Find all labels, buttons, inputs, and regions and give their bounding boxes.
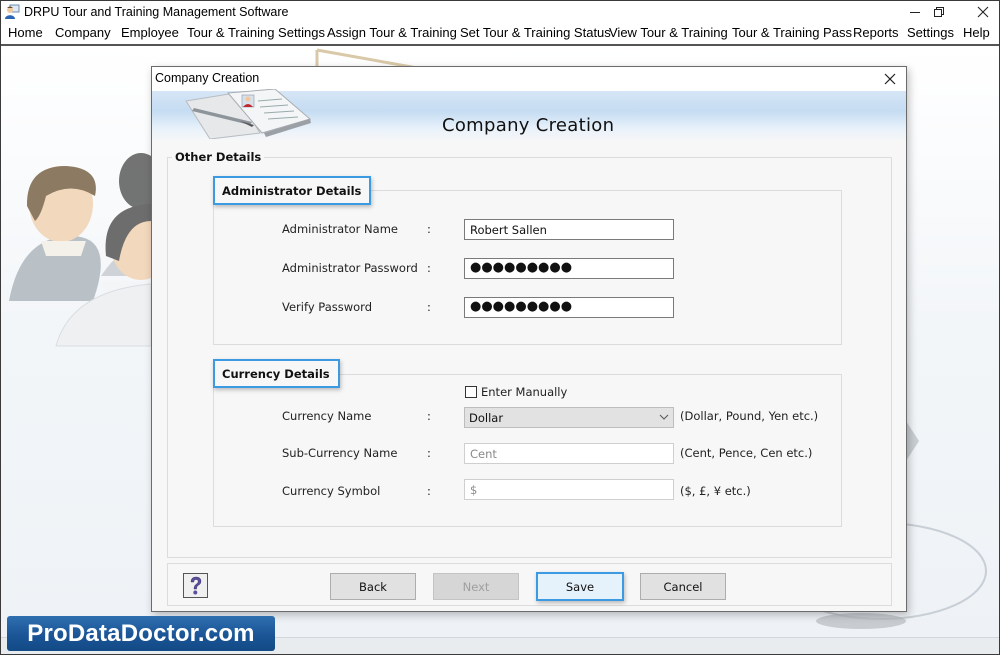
close-icon xyxy=(977,6,989,18)
currency-name-label: Currency Name xyxy=(282,409,372,423)
menu-bar: Home Company Employee Tour & Training Se… xyxy=(1,23,999,46)
banner-title: Company Creation xyxy=(442,115,615,136)
currency-symbol-input[interactable]: $ xyxy=(464,479,674,500)
other-details-label: Other Details xyxy=(172,150,265,164)
administrator-name-input[interactable]: Robert Sallen xyxy=(464,219,674,240)
menu-home[interactable]: Home xyxy=(8,25,43,40)
colon: : xyxy=(427,409,431,423)
menu-employee[interactable]: Employee xyxy=(121,25,179,40)
dialog-close-button[interactable] xyxy=(880,69,900,89)
dialog-title: Company Creation xyxy=(155,71,260,85)
menu-help[interactable]: Help xyxy=(963,25,990,40)
close-icon xyxy=(884,73,896,85)
menu-tour-training-pass[interactable]: Tour & Training Pass xyxy=(732,25,852,40)
title-bar: DRPU Tour and Training Management Softwa… xyxy=(1,1,999,23)
menu-set-tour-training-status[interactable]: Set Tour & Training Status xyxy=(460,25,611,40)
currency-name-hint: (Dollar, Pound, Yen etc.) xyxy=(680,409,819,423)
notebook-pen-icon xyxy=(185,89,312,139)
currency-details-label: Currency Details xyxy=(213,359,340,388)
colon: : xyxy=(427,484,431,498)
cancel-button[interactable]: Cancel xyxy=(640,573,726,600)
administrator-password-label: Administrator Password xyxy=(282,261,418,275)
sub-currency-name-label: Sub-Currency Name xyxy=(282,446,398,460)
prodatadoctor-watermark: ProDataDoctor.com xyxy=(7,616,275,651)
next-button[interactable]: Next xyxy=(433,573,519,600)
menu-company[interactable]: Company xyxy=(55,25,111,40)
menu-settings[interactable]: Settings xyxy=(907,25,954,40)
back-button[interactable]: Back xyxy=(330,573,416,600)
colon: : xyxy=(427,222,431,236)
app-window: DRPU Tour and Training Management Softwa… xyxy=(0,0,1000,655)
app-title: DRPU Tour and Training Management Softwa… xyxy=(24,5,289,19)
administrator-password-input[interactable]: ●●●●●●●●● xyxy=(464,258,674,279)
colon: : xyxy=(427,446,431,460)
company-creation-dialog: Company Creation Company Creation Other … xyxy=(151,66,907,612)
currency-symbol-label: Currency Symbol xyxy=(282,484,381,498)
administrator-name-label: Administrator Name xyxy=(282,222,398,236)
menu-tour-training-settings[interactable]: Tour & Training Settings xyxy=(187,25,325,40)
colon: : xyxy=(427,300,431,314)
help-button[interactable] xyxy=(183,573,208,598)
minimize-icon xyxy=(910,12,920,13)
colon: : xyxy=(427,261,431,275)
dialog-banner: Company Creation xyxy=(152,89,906,141)
close-window-button[interactable] xyxy=(966,1,999,23)
restore-button[interactable] xyxy=(922,1,956,23)
menu-view-tour-training[interactable]: View Tour & Training xyxy=(609,25,728,40)
enter-manually-label[interactable]: Enter Manually xyxy=(481,385,567,399)
currency-name-select[interactable]: Dollar xyxy=(464,407,674,428)
chevron-down-icon xyxy=(659,414,669,420)
menu-assign-tour-training[interactable]: Assign Tour & Training xyxy=(327,25,457,40)
sub-currency-name-input[interactable]: Cent xyxy=(464,443,674,464)
save-button[interactable]: Save xyxy=(536,572,624,601)
app-logo-icon xyxy=(5,4,20,19)
restore-icon xyxy=(934,7,944,17)
currency-name-value: Dollar xyxy=(469,411,504,425)
currency-symbol-hint: ($, £, ¥ etc.) xyxy=(680,484,751,498)
menu-reports[interactable]: Reports xyxy=(853,25,899,40)
sub-currency-name-hint: (Cent, Pence, Cen etc.) xyxy=(680,446,813,460)
verify-password-input[interactable]: ●●●●●●●●● xyxy=(464,297,674,318)
button-bar xyxy=(167,563,892,606)
administrator-details-label: Administrator Details xyxy=(213,176,372,205)
question-mark-icon xyxy=(190,576,201,594)
enter-manually-checkbox[interactable] xyxy=(465,386,477,398)
verify-password-label: Verify Password xyxy=(282,300,372,314)
dialog-title-bar: Company Creation xyxy=(152,67,906,91)
